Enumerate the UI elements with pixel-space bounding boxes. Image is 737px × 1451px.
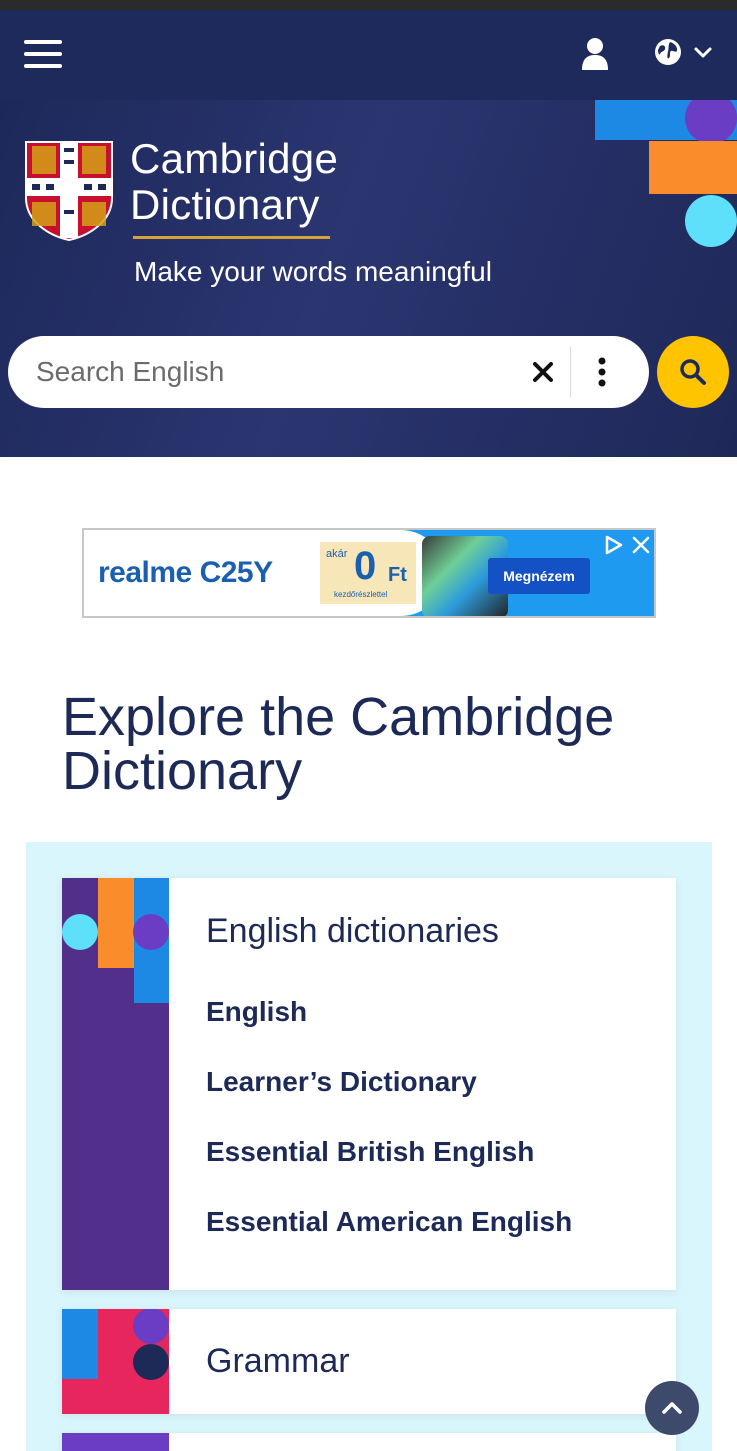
search-divider bbox=[570, 346, 571, 398]
decorative-orange-block bbox=[649, 141, 737, 194]
chevron-down-icon[interactable] bbox=[692, 42, 714, 64]
ad-offer-zero: 0 bbox=[354, 544, 377, 588]
card-illustration bbox=[62, 878, 169, 1290]
explore-heading: Explore the Cambridge Dictionary bbox=[62, 687, 615, 801]
ad-brand: realme C25Y bbox=[98, 556, 273, 589]
ad-offer-badge: akár 0 Ft kezdőrészlettel bbox=[320, 542, 416, 604]
back-to-top-button[interactable] bbox=[645, 1381, 699, 1435]
cambridge-shield-logo[interactable] bbox=[24, 140, 114, 242]
logo-line-cambridge: Cambridge bbox=[130, 135, 339, 182]
ad-offer-small: akár bbox=[326, 548, 348, 560]
chevron-up-icon bbox=[662, 1402, 682, 1414]
card-heading-english-dictionaries: English dictionaries bbox=[206, 912, 499, 950]
site-logo-text[interactable]: Cambridge Dictionary bbox=[130, 136, 338, 228]
logo-underline bbox=[133, 236, 330, 239]
hero-banner: Cambridge Dictionary Make your words mea… bbox=[0, 100, 737, 457]
logo-line-dictionary: Dictionary bbox=[130, 181, 320, 228]
card-illustration bbox=[62, 1433, 169, 1451]
hamburger-menu-icon[interactable] bbox=[24, 40, 64, 70]
link-learners-dictionary[interactable]: Learner’s Dictionary bbox=[206, 1066, 477, 1098]
tagline: Make your words meaningful bbox=[134, 256, 492, 287]
next-card-partial[interactable] bbox=[62, 1433, 676, 1451]
ad-cta-button[interactable]: Megnézem bbox=[488, 558, 590, 594]
user-icon[interactable] bbox=[580, 36, 610, 72]
globe-icon[interactable] bbox=[654, 38, 682, 66]
search-input[interactable] bbox=[36, 350, 516, 394]
decorative-cyan-circle bbox=[685, 195, 737, 247]
top-navigation-bar bbox=[0, 10, 737, 100]
ad-choices-icon[interactable] bbox=[602, 534, 624, 556]
more-options-icon[interactable] bbox=[596, 356, 608, 388]
ad-offer-currency: Ft bbox=[388, 564, 407, 586]
card-heading-grammar: Grammar bbox=[206, 1342, 350, 1380]
search-button[interactable] bbox=[657, 336, 729, 408]
link-english[interactable]: English bbox=[206, 996, 307, 1028]
link-essential-british-english[interactable]: Essential British English bbox=[206, 1136, 534, 1168]
search-icon bbox=[680, 359, 706, 385]
grammar-card[interactable]: Grammar bbox=[62, 1309, 676, 1414]
clear-icon[interactable] bbox=[531, 360, 555, 384]
ad-offer-sub: kezdőrészlettel bbox=[334, 590, 388, 599]
advertisement-banner[interactable]: realme C25Y akár 0 Ft kezdőrészlettel Me… bbox=[82, 528, 656, 618]
english-dictionaries-card: English dictionaries English Learner’s D… bbox=[62, 878, 676, 1290]
explore-section: English dictionaries English Learner’s D… bbox=[26, 842, 712, 1451]
search-box bbox=[8, 336, 649, 408]
top-edge bbox=[0, 0, 737, 10]
card-illustration bbox=[62, 1309, 169, 1414]
link-essential-american-english[interactable]: Essential American English bbox=[206, 1206, 572, 1238]
ad-close-icon[interactable] bbox=[630, 534, 652, 556]
